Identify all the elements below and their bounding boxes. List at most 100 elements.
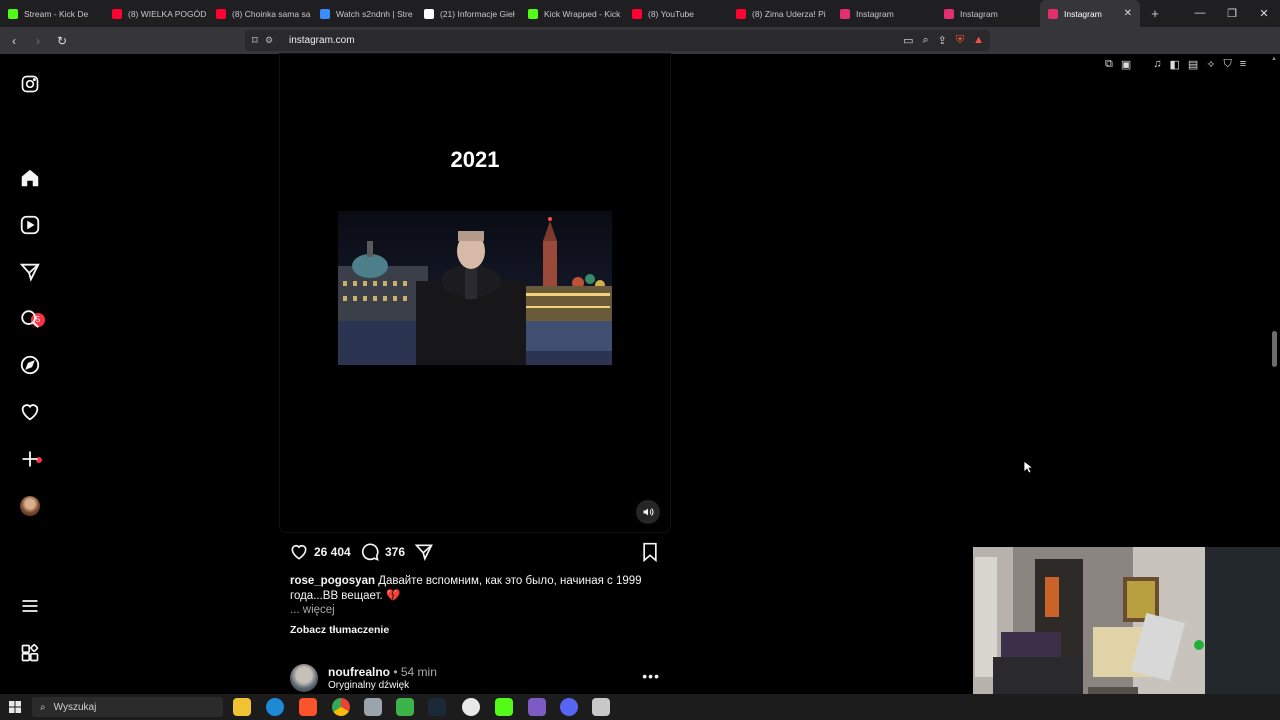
zoom-icon[interactable]: ⌕ bbox=[922, 34, 928, 47]
tab-title: (21) Informacje Gieł bbox=[440, 8, 515, 19]
app-icon-10[interactable] bbox=[528, 698, 546, 716]
browser-tab[interactable]: (21) Informacje Gieł bbox=[416, 0, 520, 27]
scrollbar-thumb[interactable] bbox=[1272, 331, 1277, 367]
new-tab-button[interactable]: + bbox=[1140, 6, 1170, 21]
save-button[interactable] bbox=[641, 542, 659, 562]
tab-title: (8) YouTube bbox=[648, 8, 694, 19]
brave-shield-icon[interactable]: ⛨ bbox=[956, 34, 964, 47]
media-icon[interactable]: ♫ bbox=[1153, 58, 1161, 71]
tab-favicon-icon bbox=[216, 8, 226, 19]
windows-taskbar: ⌕ Wyszukaj bbox=[0, 694, 1280, 720]
tab-favicon-icon bbox=[424, 8, 434, 19]
scroll-up-arrow[interactable]: ▲ bbox=[1271, 56, 1277, 62]
share-plane-icon bbox=[414, 544, 433, 561]
discord-icon[interactable] bbox=[560, 698, 578, 716]
instagram-sidebar: 5 bbox=[0, 54, 62, 694]
audio-toggle-button[interactable] bbox=[636, 500, 660, 524]
file-explorer-icon[interactable] bbox=[233, 698, 251, 716]
brave-icon[interactable] bbox=[299, 698, 317, 716]
browser-tab[interactable]: Instagram bbox=[832, 0, 936, 27]
reload-button[interactable]: ↻ bbox=[52, 34, 72, 48]
forward-button[interactable]: › bbox=[28, 34, 48, 48]
minimize-button[interactable]: — bbox=[1184, 7, 1216, 20]
caption-more-link[interactable]: ... więcej bbox=[290, 604, 335, 616]
next-post-avatar[interactable] bbox=[290, 664, 318, 692]
restore-button[interactable]: ❐ bbox=[1216, 7, 1248, 20]
post-options-icon[interactable]: ••• bbox=[642, 668, 660, 684]
brave-rewards-icon[interactable]: ▲ bbox=[973, 34, 984, 47]
taskbar-search-placeholder: Wyszukaj bbox=[53, 701, 97, 713]
next-post-username[interactable]: noufrealno bbox=[328, 665, 390, 679]
home-icon[interactable] bbox=[19, 167, 41, 189]
bookmark-icon[interactable]: ⌑ bbox=[245, 34, 265, 47]
address-bar[interactable]: ⌑ ⚙ instagram.com ▭ ⌕ ⇪ ⛨ ▲ bbox=[245, 30, 990, 51]
leo-ai-icon[interactable]: ✧ bbox=[1206, 58, 1215, 71]
vpn-icon[interactable]: ⛉ bbox=[1224, 58, 1232, 71]
browser-tab[interactable]: (8) Choinka sama sa bbox=[208, 0, 312, 27]
chrome-icon[interactable] bbox=[332, 698, 350, 716]
messages-icon[interactable] bbox=[19, 261, 41, 283]
edge-icon[interactable] bbox=[266, 698, 284, 716]
see-translation-link[interactable]: Zobacz tłumaczenie bbox=[290, 624, 389, 636]
app-icon-12[interactable] bbox=[592, 698, 610, 716]
profile-avatar[interactable] bbox=[19, 495, 41, 517]
caption-username[interactable]: rose_pogosyan bbox=[290, 575, 375, 587]
screenshot-icon[interactable]: ▣ bbox=[1121, 58, 1131, 71]
like-button[interactable]: 26 404 bbox=[289, 542, 351, 562]
browser-tab[interactable]: (8) WIELKA POGÓD bbox=[104, 0, 208, 27]
browser-tab[interactable]: Instagram bbox=[936, 0, 1040, 27]
next-post-audio[interactable]: Oryginalny dźwięk bbox=[328, 680, 409, 691]
cast-icon[interactable]: ▭ bbox=[903, 34, 913, 47]
share-icon[interactable]: ⇪ bbox=[938, 34, 947, 47]
store-icon[interactable] bbox=[396, 698, 414, 716]
reels-icon[interactable] bbox=[19, 214, 41, 236]
app-icon-5[interactable] bbox=[364, 698, 382, 716]
tab-title: Instagram bbox=[960, 8, 998, 19]
search-icon[interactable] bbox=[19, 308, 41, 330]
tab-close-icon[interactable]: ✕ bbox=[1124, 8, 1132, 19]
share-button[interactable] bbox=[414, 542, 434, 562]
explore-icon[interactable] bbox=[19, 354, 41, 376]
browser-tab[interactable]: (8) YouTube bbox=[624, 0, 728, 27]
comment-count: 376 bbox=[385, 545, 406, 559]
close-window-button[interactable]: ✕ bbox=[1248, 7, 1280, 20]
steam-icon[interactable] bbox=[428, 698, 446, 716]
browser-tab[interactable]: Stream - Kick De bbox=[0, 0, 104, 27]
notifications-heart-icon[interactable] bbox=[19, 401, 41, 423]
tab-title: Watch s2ndnh | Stre bbox=[336, 8, 413, 19]
taskbar-search[interactable]: ⌕ Wyszukaj bbox=[32, 697, 223, 717]
taskbar-search-icon: ⌕ bbox=[40, 701, 46, 713]
menu-icon[interactable]: ≡ bbox=[1240, 58, 1246, 71]
extension-icons: ⧉ ▣ ♫ ◧ ▤ ✧ ⛉ ≡ bbox=[1105, 58, 1246, 71]
browser-tab[interactable]: Instagram ✕ bbox=[1040, 0, 1140, 27]
extensions-icon[interactable]: ⧉ bbox=[1105, 58, 1113, 71]
browser-tab[interactable]: (8) Zima Uderza! Pi bbox=[728, 0, 832, 27]
create-plus-icon[interactable] bbox=[19, 448, 41, 470]
browser-tab-strip: Stream - Kick De (8) WIELKA POGÓD (8) Choi… bbox=[0, 0, 1280, 27]
tab-favicon-icon bbox=[944, 8, 954, 19]
mouse-cursor bbox=[1023, 460, 1035, 479]
back-button[interactable]: ‹ bbox=[4, 34, 24, 48]
tab-favicon-icon bbox=[320, 8, 330, 19]
wallet-icon[interactable]: ▤ bbox=[1188, 58, 1198, 71]
sidebar-toggle-icon[interactable]: ◧ bbox=[1170, 58, 1180, 71]
more-menu-icon[interactable] bbox=[19, 595, 41, 617]
reel-video[interactable]: 2021 bbox=[280, 54, 670, 532]
tab-favicon-icon bbox=[840, 8, 850, 19]
tab-title: Stream - Kick De bbox=[24, 8, 89, 19]
tab-title: (8) Zima Uderza! Pi bbox=[752, 8, 826, 19]
meta-apps-icon[interactable] bbox=[19, 642, 41, 664]
tab-title: Kick Wrapped - Kick bbox=[544, 8, 621, 19]
site-info-icon[interactable]: ⚙ bbox=[265, 35, 279, 46]
tab-title: (8) Choinka sama sa bbox=[232, 8, 311, 19]
comment-button[interactable]: 376 bbox=[360, 542, 405, 562]
browser-tab[interactable]: Kick Wrapped - Kick bbox=[520, 0, 624, 27]
instagram-logo-icon[interactable] bbox=[19, 73, 41, 95]
tab-favicon-icon bbox=[8, 8, 18, 19]
windows-start-icon[interactable] bbox=[9, 701, 21, 713]
comment-icon bbox=[361, 543, 379, 561]
browser-tab[interactable]: Watch s2ndnh | Stre bbox=[312, 0, 416, 27]
obs-icon[interactable] bbox=[462, 698, 480, 716]
kick-app-icon[interactable] bbox=[495, 698, 513, 716]
post-actions: 26 404 376 bbox=[289, 542, 661, 564]
